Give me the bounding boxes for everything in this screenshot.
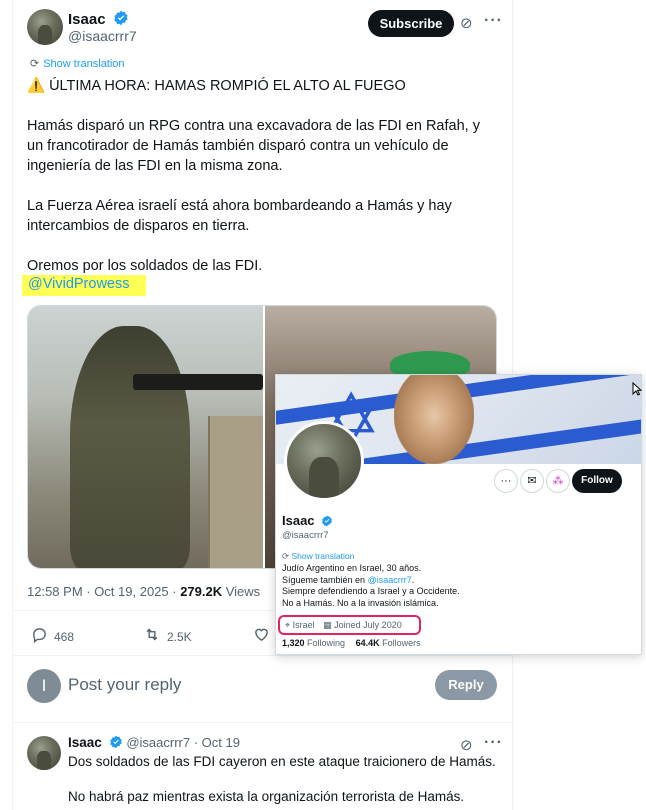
media-wall-shape (208, 416, 263, 568)
tweet-headline: ⚠️ ÚLTIMA HORA: HAMAS ROMPIÓ EL ALTO AL … (27, 78, 406, 94)
author-name-row[interactable]: Isaac (68, 10, 129, 28)
bio-line-4: No a Hamás. No a la invasión islámica. (282, 597, 439, 608)
grok-icon[interactable]: ⊘ (460, 14, 473, 32)
repost-icon (143, 626, 161, 648)
show-translation-link[interactable]: ⟳ Show translation (30, 57, 125, 70)
hover-card-follow-button[interactable]: Follow (572, 469, 622, 493)
tweet-paragraph-3: Oremos por los soldados de las FDI. (27, 258, 263, 274)
hover-card-show-translation[interactable]: ⟳ Show translation (282, 551, 354, 562)
bio-line-1: Judío Argentino en Israel, 30 años. (282, 563, 422, 573)
tweet-paragraph-2: La Fuerza Aérea israelí está ahora bomba… (27, 198, 452, 234)
following-link[interactable]: 1,320 Following (282, 638, 345, 648)
hover-card-message-button[interactable]: ✉ (520, 469, 544, 493)
hover-card-subscribe-button[interactable]: ⁂ (546, 469, 570, 493)
hover-card-verified-icon (322, 515, 333, 527)
hover-card-show-translation-label[interactable]: Show translation (291, 551, 354, 561)
bio-line-2-prefix: Sígueme también en (282, 574, 368, 585)
media-soldier-shape (70, 326, 190, 568)
second-tweet-line-1: Dos soldados de las FDI cayeron en este … (68, 754, 496, 769)
hover-card-avatar[interactable] (284, 421, 364, 501)
mouse-cursor-icon (632, 382, 642, 396)
author-name[interactable]: Isaac (68, 11, 106, 28)
hover-card-handle[interactable]: @isaacrrr7 (282, 530, 329, 541)
author-handle[interactable]: @isaacrrr7 (68, 28, 137, 44)
repost-action[interactable]: 2.5K (143, 626, 192, 648)
hover-card-info-row: ⌖ Israel ▦ Joined July 2020 (278, 615, 421, 635)
followers-count[interactable]: 64.4K (356, 638, 380, 648)
media-image-soldier[interactable] (28, 306, 263, 568)
views-label: Views (222, 584, 261, 599)
hover-card-more-button[interactable]: ··· (494, 469, 518, 493)
hover-card-name[interactable]: Isaac (282, 513, 315, 528)
following-count[interactable]: 1,320 (282, 638, 305, 648)
actions-divider (13, 655, 513, 656)
second-tweet-meta[interactable]: @isaacrrr7 · Oct 19 (126, 735, 240, 750)
bio-line-2-suffix: . (411, 574, 415, 585)
reply-input[interactable]: Post your reply (68, 675, 181, 695)
reply-button[interactable]: Reply (435, 670, 497, 700)
following-label[interactable]: Following (305, 638, 345, 648)
translate-icon: ⟳ (30, 58, 40, 70)
second-tweet-author-name[interactable]: Isaac (68, 735, 102, 750)
mention-link[interactable]: @VividProwess (28, 276, 130, 292)
bio-line-2: Sígueme también en @isaacrrr7. (282, 575, 612, 587)
second-tweet-avatar[interactable] (27, 736, 61, 770)
hover-card-location: Israel (292, 620, 315, 630)
timeline-border-left (12, 0, 13, 810)
followers-link[interactable]: 64.4K Followers (356, 638, 421, 648)
hover-card-bio: Judío Argentino en Israel, 30 años. Sígu… (282, 563, 612, 609)
second-tweet-line-2: No habrá paz mientras exista la organiza… (68, 789, 465, 804)
tweet-meta: 12:58 PM · Oct 19, 2025 · 279.2K Views (27, 584, 260, 599)
hover-card-name-row[interactable]: Isaac (282, 513, 333, 528)
hover-card-joined: Joined July 2020 (334, 620, 402, 630)
author-avatar[interactable] (27, 9, 63, 45)
composer-divider (13, 722, 513, 723)
bio-line-3: Siempre defendiendo a Israel y a Occiden… (282, 586, 460, 596)
heart-icon (253, 626, 270, 648)
hover-card-stats: 1,320 Following 64.4K Followers (282, 638, 421, 648)
location-pin-icon: ⌖ (285, 620, 291, 630)
reply-count: 468 (54, 630, 75, 644)
reply-icon (31, 626, 48, 648)
media-rifle-shape (133, 374, 263, 390)
banner-portrait (394, 375, 474, 464)
followers-label[interactable]: Followers (380, 638, 421, 648)
tweet-timestamp[interactable]: 12:58 PM · Oct 19, 2025 · (27, 584, 180, 599)
profile-hover-card[interactable]: ✡ ··· ✉ ⁂ Follow Isaac @isaacrrr7 ⟳ Show… (275, 374, 642, 655)
subscribe-button[interactable]: Subscribe (368, 10, 454, 37)
second-more-options-icon[interactable]: ··· (484, 734, 503, 752)
second-grok-icon[interactable]: ⊘ (460, 736, 473, 754)
tweet-paragraph-1: Hamás disparó un RPG contra una excavado… (27, 118, 480, 174)
second-verified-badge-icon (109, 735, 122, 749)
show-translation-label[interactable]: Show translation (43, 58, 124, 70)
views-count: 279.2K (180, 584, 223, 599)
second-tweet-name-row[interactable]: Isaac @isaacrrr7 · Oct 19 (68, 735, 240, 750)
repost-count: 2.5K (167, 630, 192, 644)
reply-avatar[interactable]: I (27, 669, 61, 703)
like-action[interactable] (253, 626, 270, 648)
verified-badge-icon (114, 10, 128, 26)
more-options-icon[interactable]: ··· (484, 12, 503, 30)
reply-action[interactable]: 468 (31, 626, 74, 648)
calendar-icon: ▦ (323, 620, 332, 630)
bio-mention-link[interactable]: @isaacrrr7 (368, 575, 412, 585)
